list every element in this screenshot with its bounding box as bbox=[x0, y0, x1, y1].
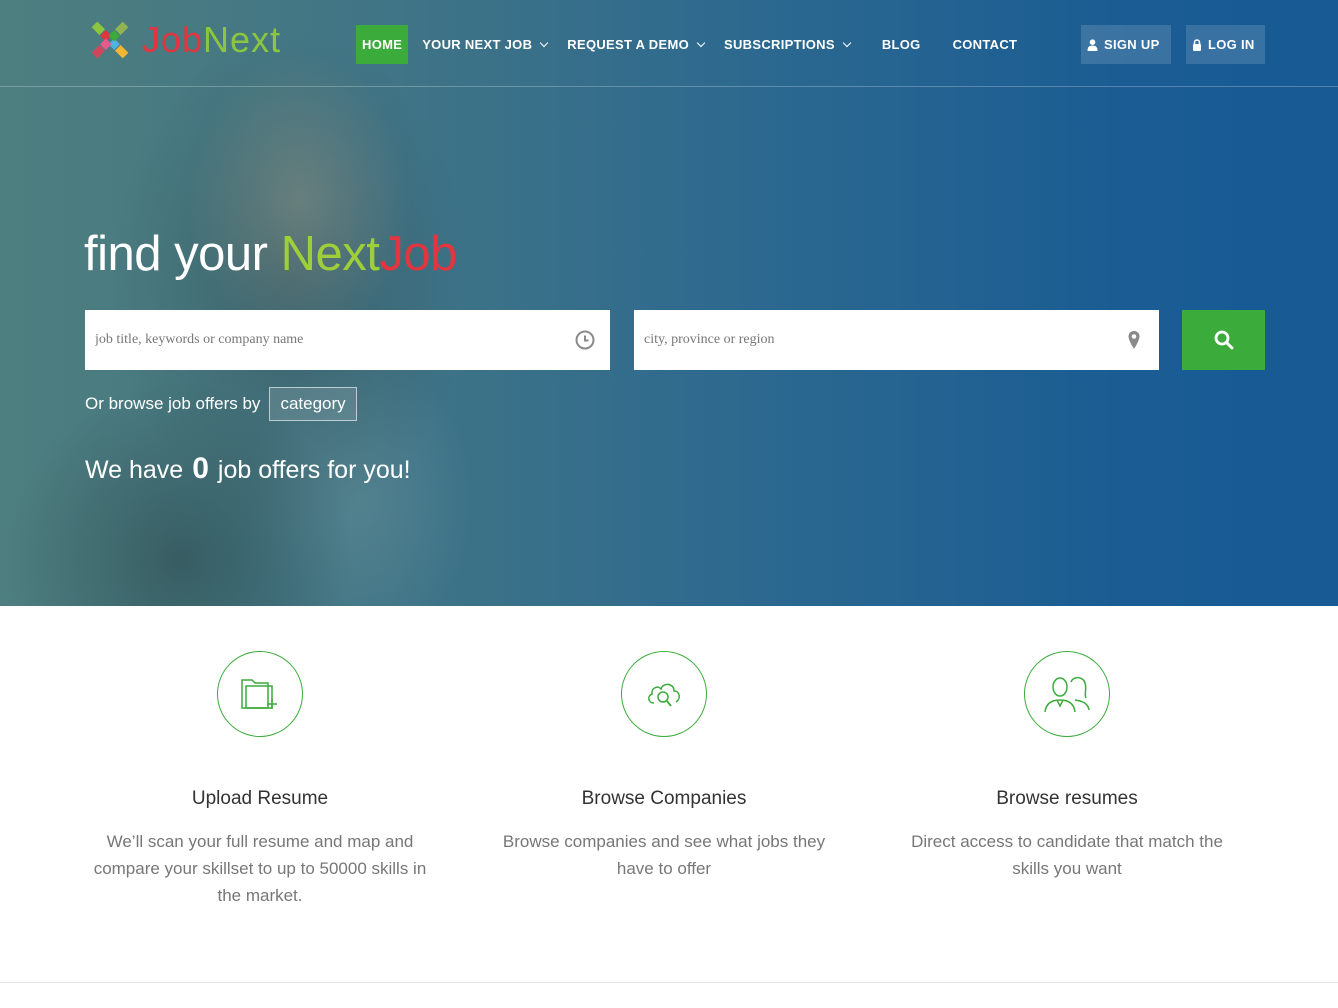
sign-up-button[interactable]: SIGN UP bbox=[1081, 25, 1171, 64]
nav-request-demo[interactable]: REQUEST A DEMO bbox=[561, 25, 710, 64]
keywords-input[interactable] bbox=[85, 310, 610, 370]
hero-headline: find your NextJob bbox=[84, 227, 457, 281]
feature-title: Browse resumes bbox=[996, 788, 1138, 809]
user-icon bbox=[1087, 38, 1098, 51]
header-divider bbox=[0, 86, 1338, 87]
feature-description: Browse companies and see what jobs they … bbox=[502, 832, 826, 878]
section-divider bbox=[0, 982, 1338, 983]
map-pin-icon bbox=[1128, 331, 1140, 349]
nav-your-next-job[interactable]: YOUR NEXT JOB bbox=[416, 25, 553, 64]
browse-by-row: Or browse job offers by category bbox=[85, 387, 357, 421]
chevron-down-icon bbox=[696, 38, 706, 47]
feature-description: Direct access to candidate that match th… bbox=[911, 832, 1223, 878]
main-nav: HOME YOUR NEXT JOB REQUEST A DEMO SUBSCR… bbox=[356, 25, 1031, 64]
feature-title: Upload Resume bbox=[191, 788, 329, 809]
features-section: Upload Resume We’ll scan your full resum… bbox=[0, 606, 1338, 982]
people-icon[interactable] bbox=[1024, 651, 1110, 737]
keywords-field bbox=[85, 310, 610, 370]
nav-subscriptions[interactable]: SUBSCRIPTIONS bbox=[718, 25, 856, 64]
search-button[interactable] bbox=[1182, 310, 1265, 370]
job-offers-count: We have 0 job offers for you! bbox=[85, 452, 411, 485]
jobnext-logo-icon bbox=[84, 14, 136, 66]
feature-description: We’ll scan your full resume and map and … bbox=[93, 832, 427, 905]
location-field bbox=[634, 310, 1159, 370]
cloud-search-icon[interactable] bbox=[621, 651, 707, 737]
chevron-down-icon bbox=[842, 38, 852, 47]
nav-blog[interactable]: BLOG bbox=[876, 25, 927, 64]
hero-section bbox=[0, 0, 1338, 606]
brand-logo[interactable]: JobNext bbox=[84, 14, 281, 66]
log-in-button[interactable]: LOG IN bbox=[1186, 25, 1265, 64]
location-input[interactable] bbox=[634, 310, 1159, 370]
brand-name: JobNext bbox=[142, 19, 282, 60]
nav-contact[interactable]: CONTACT bbox=[947, 25, 1024, 64]
folder-add-icon[interactable] bbox=[217, 651, 303, 737]
chevron-down-icon bbox=[540, 38, 549, 47]
feature-title: Browse Companies bbox=[581, 788, 747, 809]
nav-home[interactable]: HOME bbox=[356, 25, 409, 64]
offers-count-value: 0 bbox=[192, 452, 209, 485]
category-button[interactable]: category bbox=[269, 387, 357, 421]
search-icon bbox=[1214, 330, 1233, 350]
clock-icon bbox=[575, 330, 595, 350]
lock-icon bbox=[1193, 38, 1201, 51]
